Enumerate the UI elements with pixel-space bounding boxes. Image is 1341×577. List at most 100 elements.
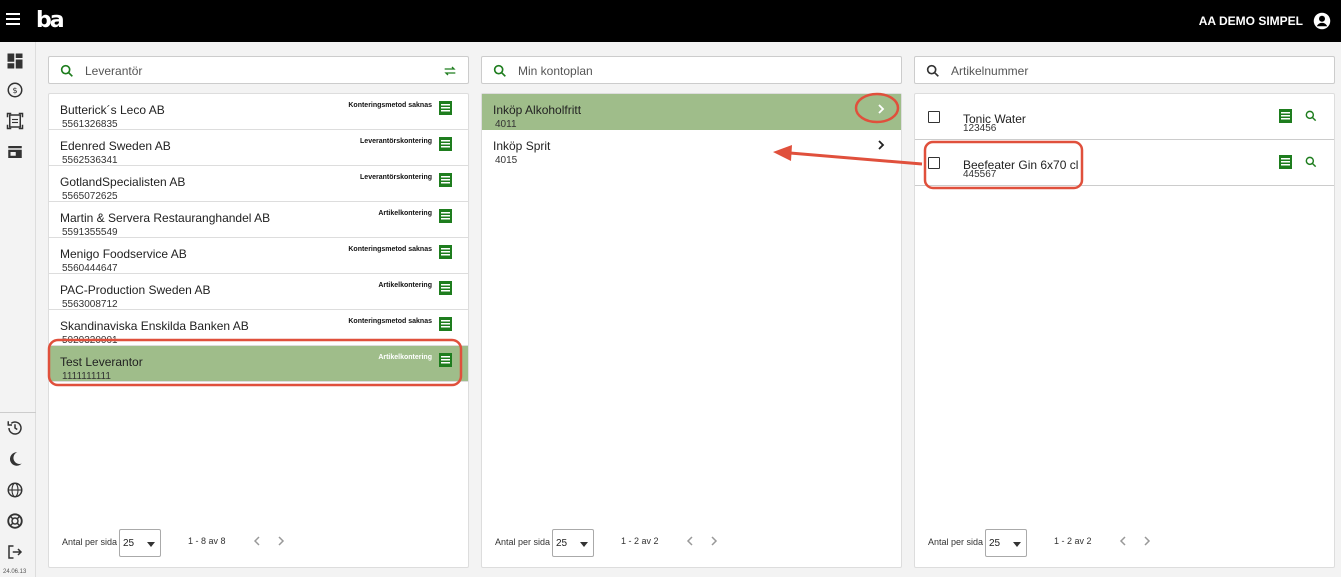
article-row[interactable]: Beefeater Gin 6x70 cl 445567 [915,140,1334,186]
history-icon[interactable] [6,419,24,437]
search-icon[interactable] [1304,109,1318,123]
dashboard-icon[interactable] [6,52,24,70]
search-icon [60,64,73,77]
posting-method-label: Leverantörskontering [360,174,432,181]
supplier-number: 5561326835 [62,119,118,130]
posting-method-label: Leverantörskontering [360,138,432,145]
per-page-select[interactable]: 25 [552,529,594,557]
article-search[interactable]: Artikelnummer [914,56,1335,84]
supplier-row[interactable]: Martin & Servera Restauranghandel AB 559… [49,202,468,238]
document-icon[interactable] [439,101,452,115]
account-number: 4015 [495,155,518,166]
page-range: 1 - 2 av 2 [1054,536,1092,546]
article-pager: Antal per sida 25 1 - 2 av 2 [915,517,1334,567]
search-icon[interactable] [1304,155,1318,169]
supplier-row[interactable]: Butterick´s Leco AB 5561326835 Kontering… [49,94,468,130]
language-globe-icon[interactable] [6,481,24,499]
receipt-scan-icon[interactable] [6,112,24,130]
account-icon[interactable] [1313,12,1331,30]
supplier-name: Martin & Servera Restauranghandel AB [60,211,271,225]
supplier-number: 5562536341 [62,155,118,166]
posting-method-label: Artikelkontering [378,210,432,217]
document-icon[interactable] [439,173,452,187]
account-row[interactable]: Inköp Sprit 4015 [482,130,901,166]
document-icon[interactable] [439,209,452,223]
account-row-selected[interactable]: Inköp Alkoholfritt 4011 [482,94,901,130]
supplier-row-selected[interactable]: Test Leverantor 1111111111 Artikelkonter… [49,346,468,382]
chevron-right-icon[interactable] [875,139,887,151]
chevron-right-icon[interactable] [875,103,887,115]
supplier-name: Menigo Foodservice AB [60,247,187,261]
posting-method-label: Konteringsmetod saknas [348,318,432,325]
document-icon[interactable] [439,245,452,259]
chevron-left-icon[interactable] [1117,535,1129,547]
supplier-number: 5591355549 [62,227,118,238]
article-checkbox[interactable] [928,111,940,123]
article-number: 123456 [963,123,997,134]
app-logo[interactable]: ba [36,8,65,33]
posting-method-label: Konteringsmetod saknas [348,102,432,109]
supplier-name: GotlandSpecialisten AB [60,175,186,189]
supplier-name: Test Leverantor [60,355,143,369]
chevron-right-icon[interactable] [275,535,287,547]
supplier-number: 5020320001 [62,335,118,346]
document-icon[interactable] [439,137,452,151]
per-page-select[interactable]: 25 [985,529,1027,557]
svg-text:$: $ [12,85,17,95]
per-page-value: 25 [123,538,135,549]
chevron-right-icon[interactable] [1141,535,1153,547]
per-page-select[interactable]: 25 [119,529,161,557]
supplier-row[interactable]: Menigo Foodservice AB 5560444647 Konteri… [49,238,468,274]
article-row[interactable]: Tonic Water 123456 [915,94,1334,140]
account-number: 4011 [495,119,517,130]
document-icon[interactable] [1279,109,1292,123]
document-icon[interactable] [439,281,452,295]
document-icon[interactable] [439,353,452,367]
store-icon[interactable] [6,143,24,161]
per-page-label: Antal per sida [62,537,118,547]
supplier-row[interactable]: PAC-Production Sweden AB 5563008712 Arti… [49,274,468,310]
supplier-row[interactable]: Edenred Sweden AB 5562536341 Leverantörs… [49,130,468,166]
supplier-pager: Antal per sida 25 1 - 8 av 8 [49,517,468,567]
page-range: 1 - 8 av 8 [188,536,226,546]
app-version: 24.06.13 [3,569,27,575]
menu-icon[interactable] [6,13,20,27]
logout-icon[interactable] [6,543,24,561]
supplier-name: PAC-Production Sweden AB [60,283,211,297]
per-page-label: Antal per sida [495,537,551,547]
caret-down-icon [147,542,155,547]
article-panel: Tonic Water 123456 Beefeater Gin 6x70 cl… [914,93,1335,568]
user-name[interactable]: AA DEMO SIMPEL [1199,14,1303,28]
supplier-search-input[interactable]: Leverantör [85,64,142,78]
search-icon [926,64,939,77]
caret-down-icon [580,542,588,547]
document-icon[interactable] [1279,155,1292,169]
document-icon[interactable] [439,317,452,331]
dark-mode-icon[interactable] [6,450,24,468]
left-rail: $ 24.06.13 [0,42,36,577]
supplier-number: 5565072625 [62,191,118,202]
chevron-left-icon[interactable] [251,535,263,547]
chevron-right-icon[interactable] [708,535,720,547]
swap-icon[interactable] [442,63,458,79]
article-number: 445567 [963,169,997,180]
top-bar: ba AA DEMO SIMPEL [0,0,1341,42]
supplier-name: Edenred Sweden AB [60,139,171,153]
per-page-value: 25 [556,538,568,549]
article-checkbox[interactable] [928,157,940,169]
supplier-search[interactable]: Leverantör [48,56,469,84]
account-search[interactable]: Min kontoplan [481,56,902,84]
support-icon[interactable] [6,512,24,530]
chevron-left-icon[interactable] [684,535,696,547]
account-search-input[interactable]: Min kontoplan [518,64,593,78]
supplier-row[interactable]: Skandinaviska Enskilda Banken AB 5020320… [49,310,468,346]
supplier-number: 5563008712 [62,299,118,310]
supplier-row[interactable]: GotlandSpecialisten AB 5565072625 Levera… [49,166,468,202]
supplier-number: 1111111111 [62,371,111,382]
posting-method-label: Konteringsmetod saknas [348,246,432,253]
currency-sync-icon[interactable]: $ [6,81,24,99]
account-name: Inköp Alkoholfritt [493,103,582,117]
posting-method-label: Artikelkontering [378,354,432,361]
article-search-input[interactable]: Artikelnummer [951,64,1028,78]
supplier-panel: Butterick´s Leco AB 5561326835 Kontering… [48,93,469,568]
